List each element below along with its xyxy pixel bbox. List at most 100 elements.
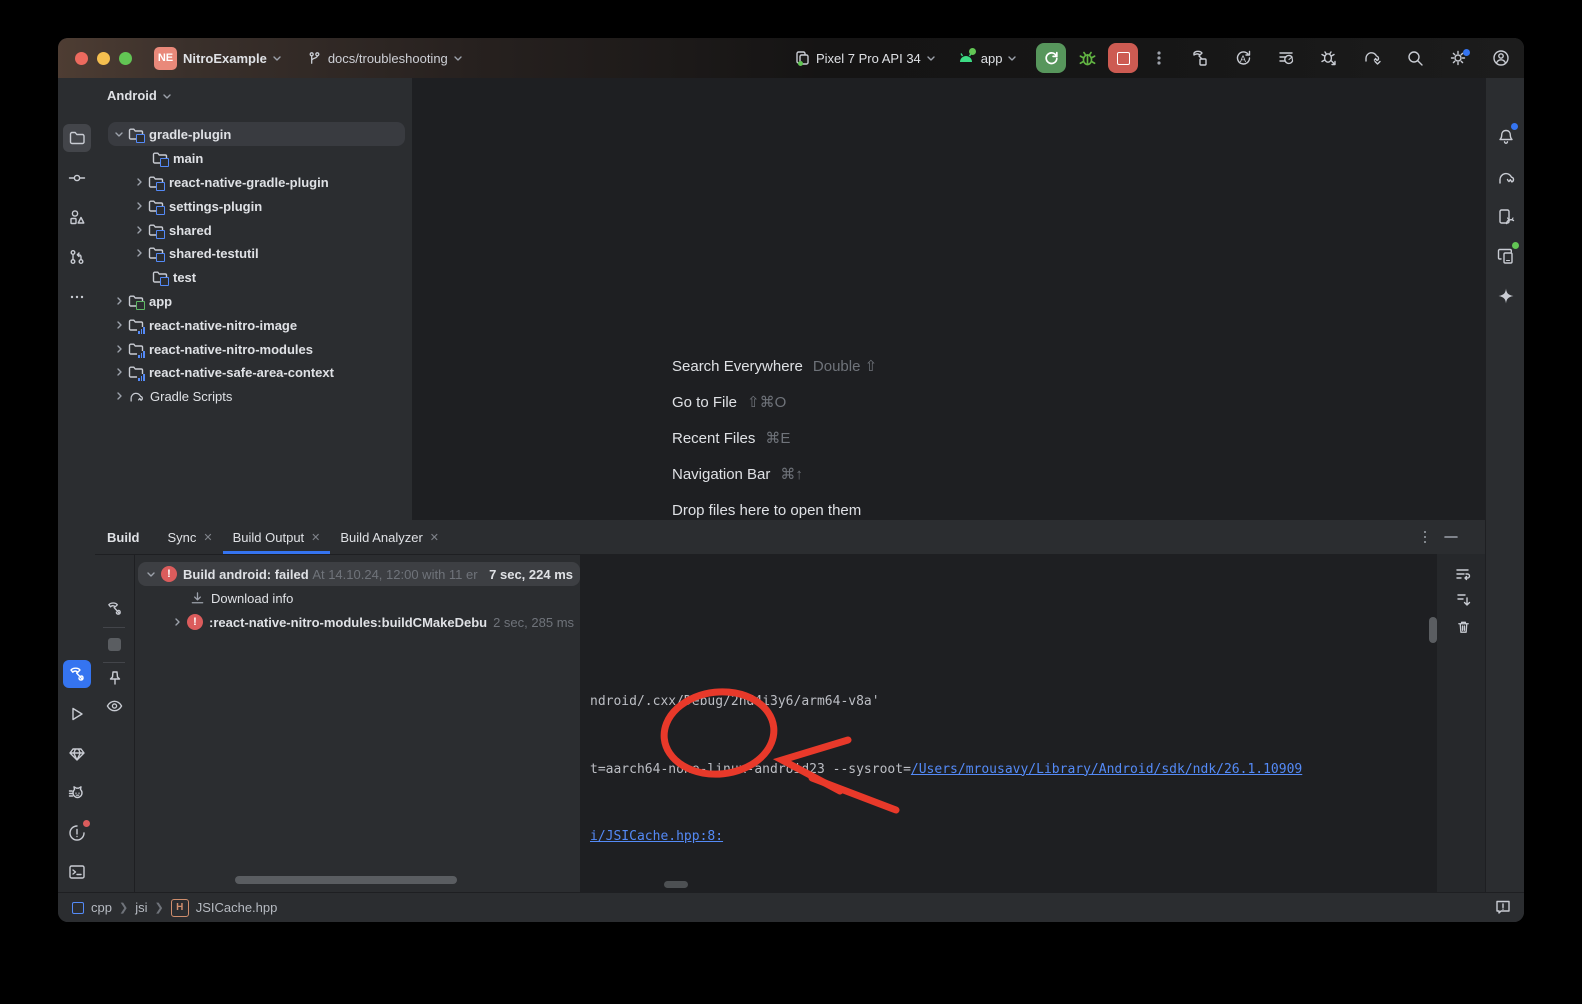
svg-text:A: A	[1240, 54, 1246, 64]
tool-run-button[interactable]	[63, 700, 91, 728]
breadcrumb-cpp[interactable]: cpp	[91, 900, 112, 915]
stop-build-button[interactable]	[103, 632, 127, 656]
project-widget[interactable]: NE NitroExample	[154, 47, 281, 70]
build-root-node[interactable]: ! Build android: failed At 14.10.24, 12:…	[147, 562, 577, 586]
console-horizontal-scrollbar[interactable]	[664, 881, 688, 888]
tree-item-gradle-plugin[interactable]: gradle-plugin	[115, 122, 231, 146]
build-panel-options-button[interactable]	[1417, 524, 1433, 553]
more-run-options-button[interactable]	[1146, 45, 1172, 71]
settings-button[interactable]	[1445, 45, 1471, 71]
build-panel-minimize-button[interactable]	[1441, 524, 1461, 553]
device-selector[interactable]: Pixel 7 Pro API 34	[794, 50, 935, 66]
tool-problems-button[interactable]	[63, 819, 91, 847]
module-folder-icon	[148, 175, 164, 189]
build-cmake-node[interactable]: ! :react-native-nitro-modules:buildCMake…	[173, 610, 574, 634]
clear-console-button[interactable]	[1451, 615, 1475, 639]
status-notifications-button[interactable]	[1494, 898, 1512, 919]
attach-debugger-button[interactable]	[1316, 45, 1342, 71]
console-vertical-scrollbar[interactable]	[1429, 617, 1437, 643]
error-icon: !	[161, 566, 177, 582]
build-project-button[interactable]	[1187, 45, 1213, 71]
hammer-icon	[68, 665, 86, 683]
tool-project-button[interactable]	[63, 124, 91, 152]
tab-build-analyzer[interactable]: Build Analyzer ✕	[330, 520, 449, 554]
tool-resource-manager-button[interactable]	[63, 203, 91, 231]
minimize-window-button[interactable]	[97, 52, 110, 65]
titlebar-actions: A	[1187, 38, 1514, 78]
tool-terminal-button[interactable]	[63, 858, 91, 886]
build-variants-button[interactable]	[1273, 45, 1299, 71]
problems-icon	[68, 824, 86, 842]
header-file-icon: H	[171, 899, 189, 917]
run-config-selector[interactable]: app	[957, 50, 1017, 66]
build-node-detail: At 14.10.24, 12:00 with 11 er	[312, 567, 477, 582]
tree-item-label: gradle-plugin	[149, 127, 231, 142]
console-file-link[interactable]: /Users/mrousavy/Library/Android/sdk/ndk/…	[911, 762, 1302, 777]
chevron-right-icon	[135, 178, 143, 186]
tree-item-react-native-nitro-modules[interactable]: react-native-nitro-modules	[115, 337, 313, 361]
build-output-console[interactable]: ndroid/.cxx/Debug/2nd4i3y6/arm64-v8a' t=…	[580, 554, 1437, 892]
shortcut-navigation-bar: Navigation Bar ⌘↑	[672, 456, 877, 492]
restart-build-button[interactable]	[103, 596, 127, 620]
apply-code-changes-button[interactable]: A	[1230, 45, 1256, 71]
tool-pull-requests-button[interactable]	[63, 243, 91, 271]
status-bar: cpp ❯ jsi ❯ H JSICache.hpp	[58, 892, 1524, 922]
build-tree-horizontal-scrollbar[interactable]	[235, 876, 457, 884]
tree-item-shared[interactable]: shared	[135, 218, 212, 242]
console-text: ndroid/.cxx/Debug/2nd4i3y6/arm64-v8a' t=…	[590, 646, 1437, 892]
soft-wrap-button[interactable]	[1451, 562, 1475, 586]
more-icon	[68, 288, 86, 306]
a-circular-arrow-icon: A	[1233, 48, 1253, 68]
update-badge	[1463, 49, 1470, 56]
project-view-selector[interactable]: Android	[107, 88, 171, 103]
tool-gradle-button[interactable]	[1492, 164, 1520, 192]
build-download-info-node[interactable]: Download info	[190, 586, 293, 610]
tab-close-icon[interactable]: ✕	[311, 531, 320, 544]
search-everywhere-button[interactable]	[1402, 45, 1428, 71]
rerun-button[interactable]	[1036, 43, 1066, 73]
tool-notifications-button[interactable]	[1492, 123, 1520, 151]
debug-button[interactable]	[1074, 45, 1100, 71]
tool-device-manager-button[interactable]	[1492, 203, 1520, 231]
right-tool-strip	[1485, 78, 1524, 892]
pin-tab-button[interactable]	[103, 666, 127, 690]
tree-item-test[interactable]: test	[152, 265, 196, 289]
filter-view-button[interactable]	[103, 694, 127, 718]
tree-item-react-native-gradle-plugin[interactable]: react-native-gradle-plugin	[135, 170, 329, 194]
tree-item-shared-testutil[interactable]: shared-testutil	[135, 241, 259, 265]
tree-item-label: react-native-safe-area-context	[149, 365, 334, 380]
tool-logcat-button[interactable]	[63, 779, 91, 807]
console-file-link[interactable]: i/JSICache.hpp:8:	[590, 829, 723, 844]
breadcrumb-jsi[interactable]: jsi	[135, 900, 147, 915]
close-window-button[interactable]	[75, 52, 88, 65]
tool-gemini-button[interactable]	[1492, 282, 1520, 310]
tool-commit-button[interactable]	[63, 164, 91, 192]
tree-item-app[interactable]: app	[115, 289, 172, 313]
maximize-window-button[interactable]	[119, 52, 132, 65]
tool-app-quality-insights-button[interactable]	[63, 740, 91, 768]
vcs-branch-widget[interactable]: docs/troubleshooting	[307, 51, 462, 66]
editor-area: Search Everywhere Double ⇧ Go to File ⇧⌘…	[412, 78, 1485, 521]
profile-button[interactable]	[1488, 45, 1514, 71]
breadcrumb-file[interactable]: JSICache.hpp	[196, 900, 278, 915]
scroll-to-end-button[interactable]	[1451, 588, 1475, 612]
tree-item-react-native-safe-area-context[interactable]: react-native-safe-area-context	[115, 360, 334, 384]
gradle-sync-button[interactable]	[1359, 45, 1385, 71]
tree-item-react-native-nitro-image[interactable]: react-native-nitro-image	[115, 313, 297, 337]
tab-build-output[interactable]: Build Output ✕	[223, 520, 331, 554]
tab-close-icon[interactable]: ✕	[203, 531, 212, 544]
tree-item-gradle-scripts[interactable]: Gradle Scripts	[115, 384, 232, 408]
tab-close-icon[interactable]: ✕	[430, 531, 439, 544]
chevron-down-icon	[163, 92, 171, 100]
project-view-label: Android	[107, 88, 157, 103]
tree-item-main[interactable]: main	[152, 146, 203, 170]
tree-item-settings-plugin[interactable]: settings-plugin	[135, 194, 262, 218]
shortcut-label: Go to File	[672, 394, 737, 411]
stop-button[interactable]	[1108, 43, 1138, 73]
tab-sync[interactable]: Sync ✕	[158, 520, 223, 554]
tool-running-devices-button[interactable]	[1492, 242, 1520, 270]
eye-icon	[106, 699, 123, 713]
tool-build-button[interactable]	[63, 660, 91, 688]
chevron-right-icon	[115, 297, 123, 305]
tool-more-button[interactable]	[63, 283, 91, 311]
